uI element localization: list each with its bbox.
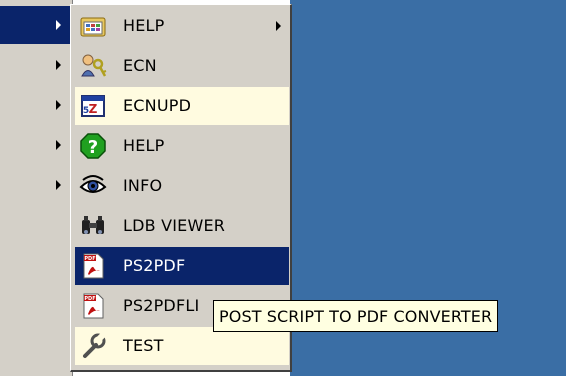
svg-text:PDF: PDF <box>84 296 95 302</box>
menu-item-label: HELP <box>123 16 165 35</box>
submenu-arrow-icon <box>56 60 61 70</box>
submenu-arrow-icon <box>56 180 61 190</box>
help-question-icon: ? <box>79 132 107 160</box>
binoculars-icon <box>79 212 107 240</box>
submenu-arrow-icon <box>56 140 61 150</box>
menu-item-help[interactable]: ? HELP <box>75 127 289 165</box>
menu-item-info[interactable]: INFO <box>75 167 289 205</box>
menu-item-label: ECN <box>123 56 157 75</box>
menu-item-label: INFO <box>123 176 163 195</box>
submenu-arrow-icon <box>276 21 281 31</box>
svg-text:Z: Z <box>89 102 98 116</box>
eye-icon <box>79 172 107 200</box>
menu-item-label: ECNUPD <box>123 96 192 115</box>
parent-menu-selected-item[interactable] <box>0 6 72 44</box>
menu-item-label: TEST <box>123 336 164 355</box>
program-group-icon <box>79 12 107 40</box>
svg-text:PDF: PDF <box>84 256 95 262</box>
parent-menu <box>0 0 73 376</box>
key-user-icon <box>79 52 107 80</box>
tooltip: POST SCRIPT TO PDF CONVERTER <box>213 300 499 332</box>
calendar-icon: Z 5 <box>79 92 107 120</box>
menu-item-label: LDB VIEWER <box>123 216 226 235</box>
wrench-icon <box>79 332 107 360</box>
pdf-icon: PDF <box>79 252 107 280</box>
screen: HELP ECN Z 5 ECNUPD ? HELP INFO LDB VIEW… <box>0 0 566 376</box>
menu-item-ecnupd[interactable]: Z 5 ECNUPD <box>75 87 289 125</box>
menu-item-ecn[interactable]: ECN <box>75 47 289 85</box>
submenu-arrow-icon <box>56 20 61 30</box>
menu-item-ldb-viewer[interactable]: LDB VIEWER <box>75 207 289 245</box>
menu-item-ps2pdf[interactable]: PDF PS2PDF <box>75 247 289 285</box>
svg-text:?: ? <box>88 137 98 158</box>
menu-item-label: HELP <box>123 136 165 155</box>
menu-item-label: PS2PDF <box>123 256 186 275</box>
submenu-arrow-icon <box>56 100 61 110</box>
pdf-icon: PDF <box>79 292 107 320</box>
svg-text:5: 5 <box>83 106 89 116</box>
menu-item-help-group[interactable]: HELP <box>75 7 289 45</box>
menu-item-label: PS2PDFLI <box>123 296 200 315</box>
